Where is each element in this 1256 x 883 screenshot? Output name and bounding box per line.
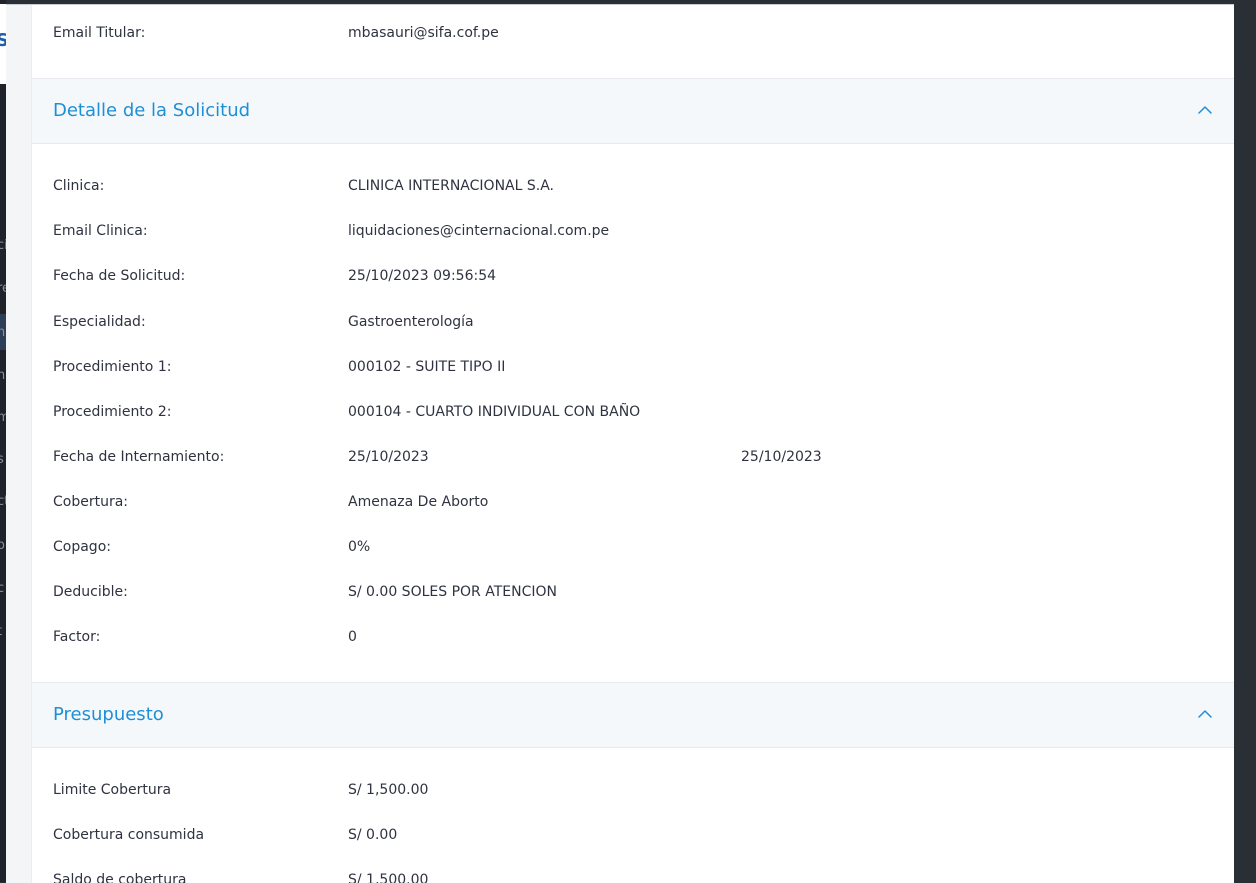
field-value-secondary: 25/10/2023 — [741, 449, 822, 465]
field-label: Factor: — [53, 629, 101, 645]
section-header-detalle[interactable]: Detalle de la Solicitud — [32, 78, 1234, 144]
field-label: Deducible: — [53, 584, 128, 600]
field-value: 000104 - CUARTO INDIVIDUAL CON BAÑO — [348, 404, 641, 420]
background-sidebar-text: n — [0, 325, 6, 340]
background-sidebar-text: c — [0, 581, 5, 596]
field-value: Gastroenterología — [348, 314, 474, 330]
field-label: Email Clinica: — [53, 223, 148, 239]
field-label: Fecha de Solicitud: — [53, 268, 186, 284]
field-value: CLINICA INTERNACIONAL S.A. — [348, 178, 554, 194]
section-header-presupuesto[interactable]: Presupuesto — [32, 682, 1234, 748]
field-value: 0% — [348, 539, 371, 555]
field-label: Especialidad: — [53, 314, 146, 330]
field-value: S/ 1,500.00 — [348, 782, 429, 798]
background-sidebar-text: s — [0, 452, 4, 467]
field-value: S/ 0.00 — [348, 827, 398, 843]
field-label: Procedimiento 1: — [53, 359, 172, 375]
section-title: Detalle de la Solicitud — [53, 100, 251, 121]
field-value: S/ 0.00 SOLES POR ATENCION — [348, 584, 557, 600]
field-value: 0 — [348, 629, 357, 645]
field-label: Copago: — [53, 539, 111, 555]
field-label: Clinica: — [53, 178, 105, 194]
field-value: 25/10/2023 09:56:54 — [348, 268, 497, 284]
field-value: 000102 - SUITE TIPO II — [348, 359, 506, 375]
field-label: Limite Cobertura — [53, 782, 172, 798]
background-sidebar-text: n — [0, 368, 6, 383]
field-label: Cobertura consumida — [53, 827, 205, 843]
field-label: Procedimiento 2: — [53, 404, 172, 420]
field-value: mbasauri@sifa.cof.pe — [348, 25, 499, 41]
solicitud-panel: Email Titular: mbasauri@sifa.cof.pe Deta… — [31, 5, 1234, 883]
background-sidebar-text: t — [0, 624, 2, 639]
field-value: S/ 1,500.00 — [348, 872, 429, 883]
field-value: 25/10/2023 — [348, 449, 429, 465]
field-label: Saldo de cobertura — [53, 872, 187, 883]
field-label: Email Titular: — [53, 25, 146, 41]
field-label: Fecha de Internamiento: — [53, 449, 225, 465]
field-label: Cobertura: — [53, 494, 129, 510]
background-sidebar-text: o — [0, 538, 5, 553]
chevron-up-icon[interactable] — [1198, 709, 1212, 719]
chevron-up-icon[interactable] — [1198, 105, 1212, 115]
field-value: Amenaza De Aborto — [348, 494, 489, 510]
field-value: liquidaciones@cinternacional.com.pe — [348, 223, 610, 239]
solicitud-modal: Email Titular: mbasauri@sifa.cof.pe Deta… — [6, 4, 1234, 883]
section-title: Presupuesto — [53, 704, 164, 725]
